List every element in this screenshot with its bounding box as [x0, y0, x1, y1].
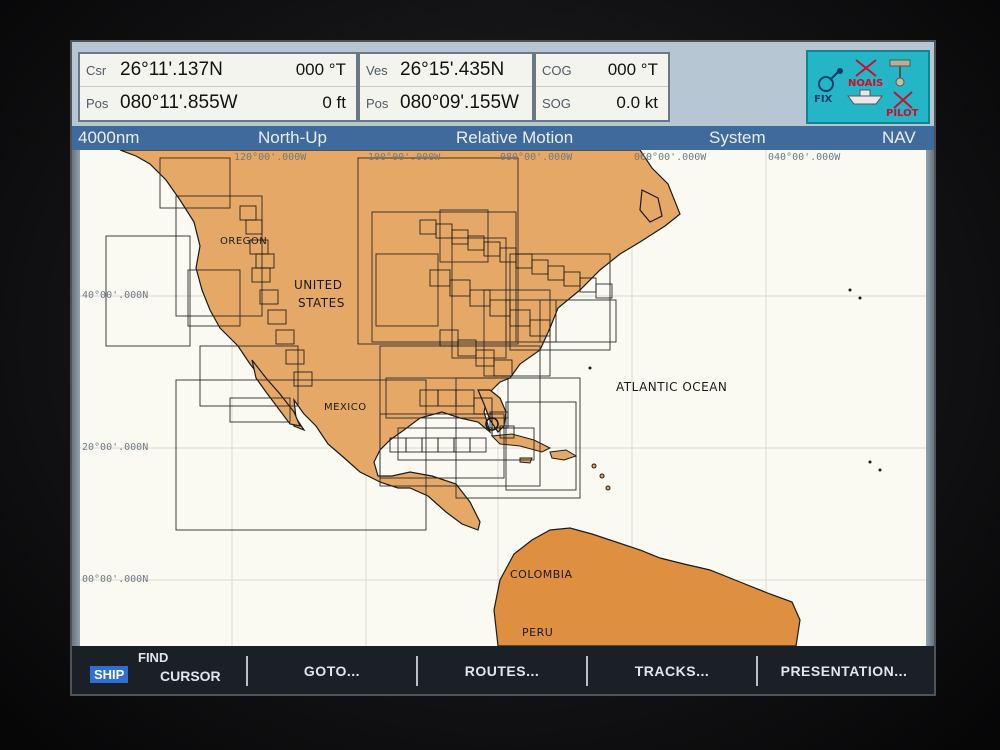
radar-icon	[889, 59, 911, 87]
fix-status: FIX	[814, 94, 833, 105]
cursor-longitude: 080°11'.855W	[120, 92, 238, 113]
pilot-cross-icon	[893, 91, 913, 109]
latitude-label-20n: 20°00'.000N	[82, 442, 149, 453]
sog-value: 0.0 kt	[616, 93, 658, 112]
sog-label: SOG	[542, 95, 571, 111]
cursor-pos-label: Pos	[86, 95, 109, 111]
routes-softkey[interactable]: ROUTES...	[418, 654, 586, 688]
cog-label: COG	[542, 62, 572, 78]
cursor-bearing: 000 °T	[295, 60, 346, 79]
pilot-status: PILOT	[886, 108, 919, 119]
noais-status: NOAIS	[848, 78, 884, 89]
latitude-label-40n: 40°00'.000N	[82, 290, 149, 301]
vessel-pos-label: Pos	[366, 95, 389, 111]
place-united: UNITED	[294, 278, 343, 292]
place-atlantic-ocean: ATLANTIC OCEAN	[616, 380, 728, 394]
vessel-longitude: 080°09'.155W	[400, 92, 519, 113]
vessel-data-box: Ves 26°15'.435N Pos 080°09'.155W	[358, 52, 534, 122]
longitude-label-040w: 040°00'.000W	[768, 152, 841, 163]
goto-softkey[interactable]: GOTO...	[248, 654, 416, 688]
cursor-label: Csr	[86, 62, 107, 78]
data-bar: Csr 26°11'.137N 000 °T Pos 080°11'.855W …	[72, 42, 934, 126]
jamaica	[519, 457, 533, 464]
chart-map[interactable]	[80, 150, 926, 646]
cape-verde	[868, 460, 872, 464]
longitude-label-060w: 060°00'.000W	[634, 152, 707, 163]
autopilot-boat-icon	[847, 89, 883, 105]
longitude-label-080w: 080°00'.000W	[500, 152, 573, 163]
bermuda	[588, 366, 592, 370]
chart-area[interactable]: 120°00'.000W 100°00'.000W 080°00'.000W 0…	[80, 150, 926, 646]
find-softkey-label: FIND	[138, 650, 169, 665]
latitude-label-00n: 00°00'.000N	[82, 574, 149, 585]
place-oregon: OREGON	[220, 236, 268, 247]
longitude-label-100w: 100°00'.000W	[368, 152, 441, 163]
system-label: System	[709, 128, 766, 147]
softkey-bar: SHIP FIND CURSOR GOTO... ROUTES... TRACK…	[72, 646, 934, 694]
place-colombia: COLOMBIA	[510, 568, 573, 581]
ship-softkey-option[interactable]: SHIP	[90, 666, 129, 683]
orientation-mode[interactable]: North-Up	[258, 128, 327, 148]
cursor-softkey-option[interactable]: CURSOR	[160, 668, 221, 684]
presentation-softkey[interactable]: PRESENTATION...	[758, 654, 930, 688]
chartplotter-screen: Csr 26°11'.137N 000 °T Pos 080°11'.855W …	[70, 40, 936, 696]
place-states: STATES	[298, 296, 345, 310]
tracks-softkey[interactable]: TRACKS...	[588, 654, 756, 688]
title-bar: 4000nm North-Up Relative Motion System N…	[72, 126, 934, 150]
gps-satellite-icon	[818, 68, 843, 92]
place-mexico: MEXICO	[324, 402, 367, 413]
vessel-latitude: 26°15'.435N	[400, 59, 505, 80]
vessel-label: Ves	[366, 62, 388, 78]
lesser-antilles	[591, 463, 597, 469]
cog-value: 000 °T	[607, 60, 658, 79]
azores	[848, 288, 852, 292]
nav-mode: NAV	[882, 128, 916, 147]
cuba	[490, 433, 552, 453]
hispaniola	[549, 449, 578, 461]
cursor-data-box: Csr 26°11'.137N 000 °T Pos 080°11'.855W …	[78, 52, 358, 122]
motion-mode[interactable]: Relative Motion	[456, 128, 573, 148]
longitude-label-120w: 120°00'.000W	[234, 152, 307, 163]
cog-sog-box: COG 000 °T SOG 0.0 kt	[534, 52, 670, 122]
cursor-range: 0 ft	[322, 93, 346, 112]
range-scale: 4000nm	[78, 128, 140, 147]
status-panel: FIX NOAIS PILOT	[806, 50, 930, 124]
place-peru: PERU	[522, 626, 554, 639]
ais-cross-icon	[855, 59, 877, 77]
north-america-landmass	[119, 150, 681, 531]
cursor-latitude: 26°11'.137N	[120, 59, 223, 80]
